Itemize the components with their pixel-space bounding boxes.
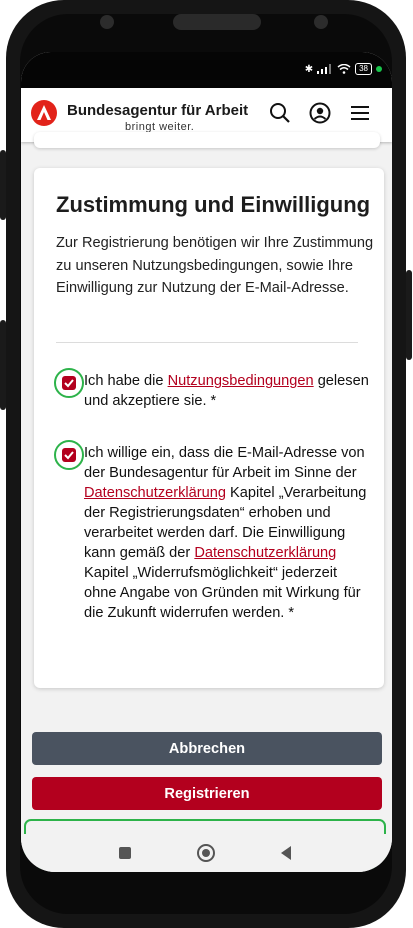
privacy-link-2[interactable]: Datenschutzerklärung (194, 545, 336, 561)
wifi-icon (337, 64, 351, 74)
page-content: Zustimmung und Einwilligung Zur Registri… (21, 132, 392, 872)
consent-title: Zustimmung und Einwilligung (56, 192, 371, 217)
recents-icon[interactable] (119, 847, 131, 859)
screen: ✱ 38 Bundesagentur für Arbeit bringt wei… (21, 52, 392, 872)
status-bar: ✱ 38 (21, 52, 392, 88)
terms-link[interactable]: Nutzungsbedingungen (168, 373, 314, 389)
terms-consent-row: Ich habe die Nutzungsbedingungen gelesen… (54, 368, 370, 418)
checkmark-icon (64, 451, 74, 460)
side-button-left (0, 320, 6, 410)
register-button[interactable]: Registrieren (32, 777, 382, 810)
email-text-3: Kapitel „Widerrufsmöglichkeit“ jederzeit… (84, 565, 361, 621)
brand-name: Bundesagentur für Arbeit (67, 102, 249, 119)
email-consent-label: Ich willige ein, dass die E-Mail-Adresse… (84, 443, 370, 623)
battery-icon: 38 (355, 63, 372, 75)
front-camera (100, 15, 114, 29)
volume-button (0, 150, 6, 220)
privacy-indicator (376, 66, 382, 72)
signal-icon (317, 64, 332, 74)
account-icon[interactable] (309, 102, 331, 124)
sensor (314, 15, 328, 29)
previous-card (34, 132, 380, 148)
cancel-button[interactable]: Abbrechen (32, 732, 382, 765)
terms-text-before: Ich habe die (84, 373, 168, 389)
divider (56, 342, 358, 343)
terms-checkbox[interactable] (54, 368, 84, 398)
speaker-grille (173, 14, 261, 30)
menu-icon[interactable] (349, 102, 371, 124)
privacy-link-1[interactable]: Datenschutzerklärung (84, 485, 226, 501)
home-icon[interactable] (197, 844, 215, 862)
terms-consent-label: Ich habe die Nutzungsbedingungen gelesen… (84, 371, 370, 411)
search-icon[interactable] (269, 102, 291, 124)
back-icon[interactable] (279, 845, 293, 861)
bluetooth-icon: ✱ (304, 63, 314, 75)
consent-card: Zustimmung und Einwilligung Zur Registri… (34, 168, 384, 688)
system-nav-bar (21, 834, 392, 872)
consent-intro: Zur Registrierung benötigen wir Ihre Zus… (56, 235, 374, 296)
email-consent-row: Ich willige ein, dass die E-Mail-Adresse… (54, 440, 370, 650)
email-text-1: Ich willige ein, dass die E-Mail-Adresse… (84, 445, 365, 481)
checkmark-icon (64, 379, 74, 388)
power-button (406, 270, 412, 360)
email-checkbox[interactable] (54, 440, 84, 470)
ba-logo-icon[interactable] (31, 100, 57, 126)
